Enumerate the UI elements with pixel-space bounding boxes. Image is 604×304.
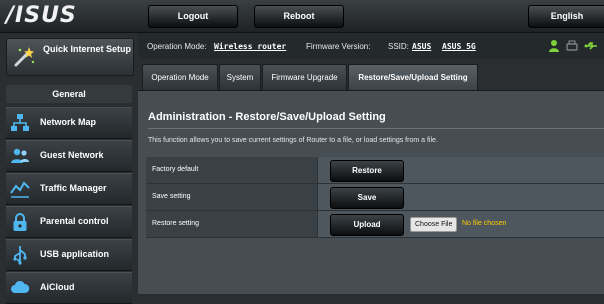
sidebar-item-label: Guest Network (40, 150, 104, 160)
aicloud-icon (10, 278, 30, 298)
sidebar-item-parental-control[interactable]: Parental control (6, 206, 132, 238)
sidebar: Quick Internet Setup General Network Map… (0, 33, 138, 304)
ssid-label: SSID: (388, 42, 409, 51)
network-map-icon (10, 113, 30, 133)
sidebar-item-label: Traffic Manager (40, 183, 107, 193)
row-value: Upload Choose File No file chosen (318, 211, 604, 237)
quick-internet-setup-label: Quick Internet Setup (43, 44, 132, 54)
sidebar-item-usb-application[interactable]: USB application (6, 239, 132, 271)
ssid-link-1[interactable]: ASUS (412, 42, 431, 51)
sidebar-item-guest-network[interactable]: Guest Network (6, 140, 132, 172)
row-value: Save (318, 184, 604, 210)
logout-button[interactable]: Logout (148, 5, 238, 28)
tab-firmware-upgrade[interactable]: Firmware Upgrade (262, 64, 347, 90)
page-title: Administration - Restore/Save/Upload Set… (148, 111, 386, 123)
settings-row-restore-setting: Restore setting Upload Choose File No fi… (146, 211, 604, 238)
top-bar: /ISUS Logout Reboot English (0, 0, 604, 33)
usb-application-icon (10, 245, 30, 265)
restore-button[interactable]: Restore (330, 160, 404, 182)
traffic-manager-icon (10, 179, 30, 199)
row-label: Save setting (146, 184, 318, 210)
save-button[interactable]: Save (330, 187, 404, 209)
language-select[interactable]: English (528, 5, 604, 28)
reboot-button[interactable]: Reboot (254, 5, 344, 28)
upload-button[interactable]: Upload (330, 214, 404, 236)
operation-mode-link[interactable]: Wireless router (214, 42, 286, 51)
operation-mode-label: Operation Mode: (147, 42, 207, 51)
guest-network-icon (10, 146, 30, 166)
tab-system[interactable]: System (219, 64, 261, 90)
sidebar-item-label: AiCloud (40, 282, 75, 292)
sidebar-item-aicloud[interactable]: AiCloud (6, 272, 132, 304)
sidebar-item-traffic-manager[interactable]: Traffic Manager (6, 173, 132, 205)
user-icon[interactable] (548, 39, 560, 58)
usb-status-icon[interactable] (584, 39, 598, 58)
magic-wand-icon (12, 45, 36, 69)
settings-row-factory-default: Factory default Restore (146, 157, 604, 184)
sidebar-item-label: USB application (40, 249, 110, 259)
printer-icon[interactable] (566, 39, 578, 58)
tab-bar: Operation Mode System Firmware Upgrade R… (138, 60, 604, 90)
status-bar: Operation Mode: Wireless router Firmware… (138, 33, 604, 59)
general-section-header: General (6, 85, 132, 103)
ssid-link-2[interactable]: ASUS_5G (442, 42, 476, 51)
parental-control-icon (10, 212, 30, 232)
content-panel: Administration - Restore/Save/Upload Set… (138, 90, 604, 294)
tab-restore-save-upload-setting[interactable]: Restore/Save/Upload Setting (348, 64, 478, 90)
firmware-version-label: Firmware Version: (306, 42, 371, 51)
title-divider (148, 128, 604, 129)
quick-internet-setup-button[interactable]: Quick Internet Setup (6, 38, 134, 76)
choose-file-button[interactable]: Choose File (410, 217, 458, 232)
page-description: This function allows you to save current… (148, 137, 438, 144)
sidebar-item-network-map[interactable]: Network Map (6, 107, 132, 139)
row-label: Factory default (146, 157, 318, 183)
row-label: Restore setting (146, 211, 318, 237)
sidebar-item-label: Network Map (40, 117, 97, 127)
tab-operation-mode[interactable]: Operation Mode (142, 64, 218, 90)
file-status-text: No file chosen (462, 220, 507, 227)
settings-row-save-setting: Save setting Save (146, 184, 604, 211)
row-value: Restore (318, 157, 604, 183)
asus-logo: /ISUS (6, 3, 77, 28)
sidebar-item-label: Parental control (40, 216, 109, 226)
